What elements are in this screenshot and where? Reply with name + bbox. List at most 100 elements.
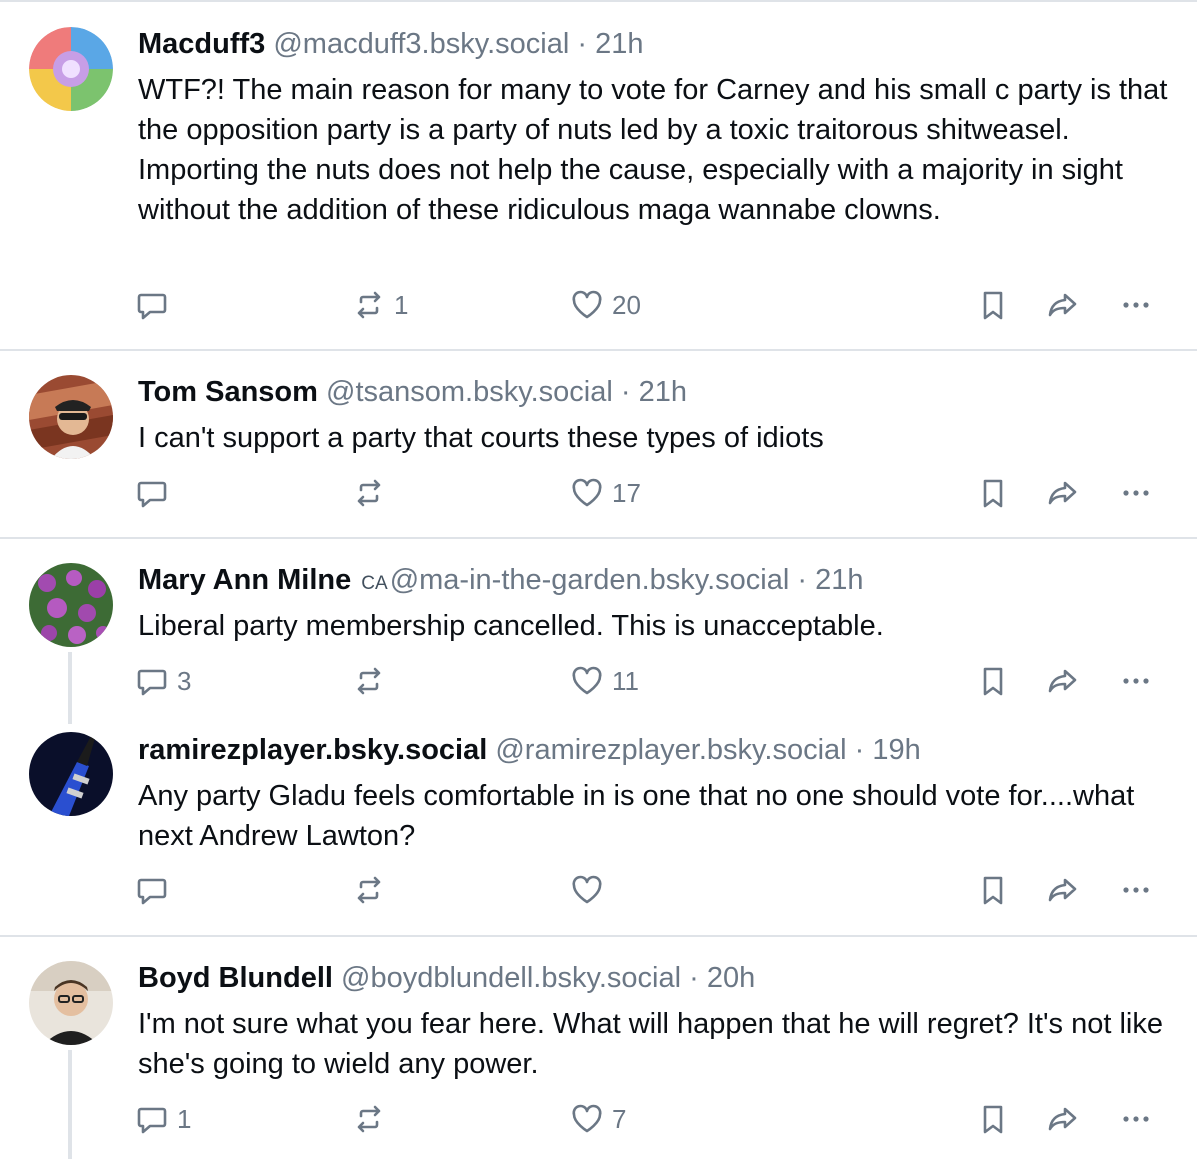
like-count: 17 xyxy=(612,477,641,508)
like-icon xyxy=(570,288,604,322)
avatar[interactable] xyxy=(29,961,113,1045)
timestamp[interactable]: 21h xyxy=(815,564,863,596)
action-bar: 17 xyxy=(0,473,1197,513)
bookmark-button[interactable] xyxy=(976,661,1010,701)
like-button[interactable]: 7 xyxy=(570,1099,626,1139)
profile-photo-avatar xyxy=(29,961,113,1045)
more-icon xyxy=(1119,873,1153,907)
post-boyd-blundell[interactable]: Boyd Blundell @boydblundell.bsky.social … xyxy=(0,937,1197,1159)
country-badge: CA xyxy=(361,573,388,594)
avatar[interactable] xyxy=(29,27,113,111)
bookmark-button[interactable] xyxy=(976,1099,1010,1139)
share-button[interactable] xyxy=(1046,1099,1080,1139)
separator: · xyxy=(620,376,631,408)
bookmark-button[interactable] xyxy=(976,870,1010,910)
repost-icon xyxy=(352,288,386,322)
timestamp[interactable]: 21h xyxy=(639,376,687,408)
author-name[interactable]: ramirezplayer.bsky.social xyxy=(138,734,487,766)
share-button[interactable] xyxy=(1046,661,1080,701)
separator: · xyxy=(577,28,588,60)
avatar[interactable] xyxy=(29,375,113,459)
post-ramirezplayer[interactable]: ramirezplayer.bsky.social @ramirezplayer… xyxy=(0,724,1197,934)
repost-button[interactable] xyxy=(352,1099,394,1139)
timestamp[interactable]: 19h xyxy=(872,734,920,766)
repost-icon xyxy=(352,664,386,698)
avatar[interactable] xyxy=(29,563,113,647)
author-name[interactable]: Macduff3 xyxy=(138,28,265,60)
separator: · xyxy=(689,962,699,994)
like-button[interactable]: 20 xyxy=(570,285,641,325)
timestamp[interactable]: 21h xyxy=(595,28,643,60)
bookmark-icon xyxy=(976,288,1010,322)
repost-icon xyxy=(352,873,386,907)
author-handle[interactable]: @ramirezplayer.bsky.social xyxy=(495,734,846,766)
reply-button[interactable] xyxy=(135,285,177,325)
more-button[interactable] xyxy=(1119,473,1153,513)
author-handle[interactable]: @boydblundell.bsky.social xyxy=(341,962,681,994)
author-handle[interactable]: @macduff3.bsky.social xyxy=(273,28,569,60)
reply-button[interactable] xyxy=(135,473,177,513)
more-button[interactable] xyxy=(1119,1099,1153,1139)
more-button[interactable] xyxy=(1119,870,1153,910)
post-macduff3[interactable]: Macduff3 @macduff3.bsky.social · 21h WTF… xyxy=(0,0,1197,350)
author-name[interactable]: Tom Sansom xyxy=(138,376,318,408)
repost-icon xyxy=(352,476,386,510)
like-count: 20 xyxy=(612,289,641,320)
repost-count: 1 xyxy=(394,289,409,320)
profile-photo-avatar xyxy=(29,375,113,459)
bookmark-button[interactable] xyxy=(976,473,1010,513)
avatar[interactable] xyxy=(29,732,113,816)
author-name[interactable]: Mary Ann Milne xyxy=(138,564,351,596)
author-handle[interactable]: @tsansom.bsky.social xyxy=(326,376,613,408)
more-button[interactable] xyxy=(1119,661,1153,701)
reply-button[interactable] xyxy=(135,870,177,910)
post-header: Tom Sansom @tsansom.bsky.social · 21h xyxy=(138,374,687,410)
repost-button[interactable]: 1 xyxy=(352,285,408,325)
separator: · xyxy=(854,734,865,766)
reply-count: 3 xyxy=(177,665,192,696)
guitar-photo-avatar xyxy=(29,732,113,816)
like-count: 7 xyxy=(612,1103,627,1134)
bookmark-icon xyxy=(976,873,1010,907)
bookmark-button[interactable] xyxy=(976,285,1010,325)
repost-button[interactable] xyxy=(352,870,394,910)
like-icon xyxy=(570,664,604,698)
like-icon xyxy=(570,1102,604,1136)
author-name[interactable]: Boyd Blundell xyxy=(138,962,333,994)
share-button[interactable] xyxy=(1046,473,1080,513)
venn-avatar-image xyxy=(29,27,113,111)
action-bar: 1 7 xyxy=(0,1099,1197,1139)
post-header: ramirezplayer.bsky.social @ramirezplayer… xyxy=(138,732,921,768)
post-header: Mary Ann Milne CA@ma-in-the-garden.bsky.… xyxy=(138,562,864,602)
post-tom-sansom[interactable]: Tom Sansom @tsansom.bsky.social · 21h I … xyxy=(0,351,1197,537)
like-count: 11 xyxy=(612,665,639,696)
more-button[interactable] xyxy=(1119,285,1153,325)
post-text: Any party Gladu feels comfortable in is … xyxy=(138,780,1135,852)
reply-icon xyxy=(135,288,169,322)
share-icon xyxy=(1046,476,1080,510)
action-bar: 3 11 xyxy=(0,661,1197,701)
action-bar xyxy=(0,870,1197,910)
like-button[interactable]: 11 xyxy=(570,661,639,701)
reply-icon xyxy=(135,664,169,698)
reply-count: 1 xyxy=(177,1103,192,1134)
reply-button[interactable]: 1 xyxy=(135,1099,191,1139)
bookmark-icon xyxy=(976,664,1010,698)
post-text: I'm not sure what you fear here. What wi… xyxy=(138,1008,1163,1080)
like-icon xyxy=(570,476,604,510)
like-button[interactable] xyxy=(570,870,612,910)
share-button[interactable] xyxy=(1046,285,1080,325)
post-header: Boyd Blundell @boydblundell.bsky.social … xyxy=(138,960,755,996)
share-button[interactable] xyxy=(1046,870,1080,910)
post-text: I can't support a party that courts thes… xyxy=(138,422,824,454)
share-icon xyxy=(1046,1102,1080,1136)
author-handle[interactable]: @ma-in-the-garden.bsky.social xyxy=(390,564,790,596)
action-bar: 1 20 xyxy=(0,285,1197,325)
flower-photo-avatar xyxy=(29,563,113,647)
post-mary-ann-milne[interactable]: Mary Ann Milne CA@ma-in-the-garden.bsky.… xyxy=(0,539,1197,724)
reply-button[interactable]: 3 xyxy=(135,661,191,701)
like-button[interactable]: 17 xyxy=(570,473,641,513)
timestamp[interactable]: 20h xyxy=(707,962,755,994)
repost-button[interactable] xyxy=(352,661,394,701)
repost-button[interactable] xyxy=(352,473,394,513)
